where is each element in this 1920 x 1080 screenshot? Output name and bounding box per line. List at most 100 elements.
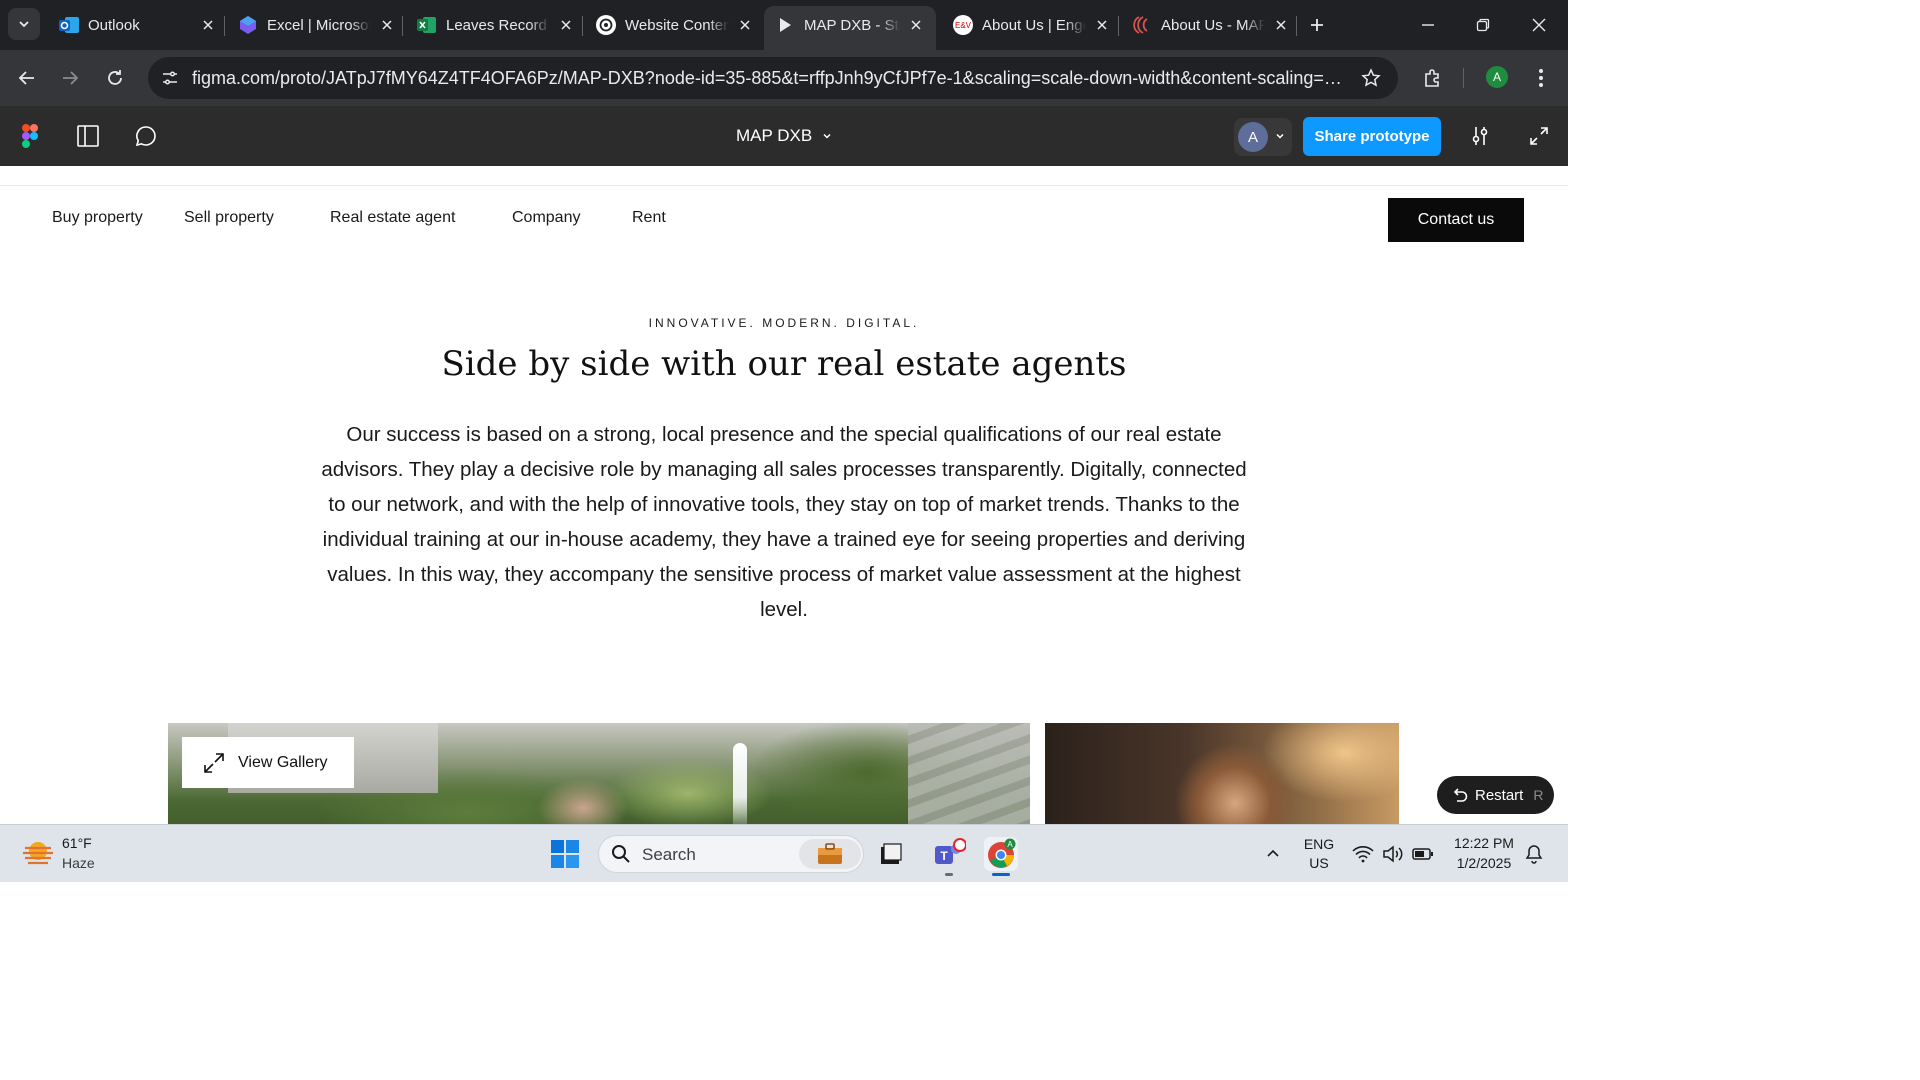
input-language-line1[interactable]: ENG <box>1300 836 1338 852</box>
fullscreen-button[interactable] <box>1527 124 1551 148</box>
section-heading: Side by side with our real estate agents <box>441 344 1127 384</box>
tab-title: About Us | Engel <box>982 16 1086 34</box>
weather-haze-icon[interactable] <box>22 838 54 868</box>
ev-icon: E&V <box>952 14 974 36</box>
extensions-button[interactable] <box>1416 62 1448 94</box>
map-logo-icon <box>1131 14 1153 36</box>
chrome-taskbar-button[interactable]: A <box>984 837 1018 871</box>
volume-icon[interactable] <box>1380 837 1406 871</box>
section-body: Our success is based on a strong, local … <box>321 423 1247 621</box>
prototype-settings-button[interactable] <box>1468 124 1492 148</box>
arrow-left-icon <box>18 71 34 85</box>
nav-rent[interactable]: Rent <box>632 209 666 227</box>
address-bar[interactable]: figma.com/proto/JATpJ7fMY64Z4TF4OFA6Pz/M… <box>148 57 1398 99</box>
tab-title: MAP DXB - Start <box>804 16 900 34</box>
tab-separator <box>582 16 583 36</box>
teams-icon: T <box>935 838 966 864</box>
plus-icon <box>1311 19 1323 31</box>
browser-tab-strip: Outlook Excel | Microsoft Leaves Record … <box>0 0 1568 50</box>
tab-title: Leaves Record <box>446 16 547 34</box>
browser-tab-map-dxb[interactable]: MAP DXB - Start <box>764 6 936 50</box>
browser-toolbar: figma.com/proto/JATpJ7fMY64Z4TF4OFA6Pz/M… <box>0 50 1568 106</box>
taskbar-search-box[interactable]: Search <box>598 835 864 873</box>
close-tab-icon[interactable] <box>1271 15 1291 35</box>
browser-profile-avatar[interactable]: A <box>1486 66 1508 88</box>
show-hidden-icons-button[interactable] <box>1256 837 1290 871</box>
svg-text:T: T <box>940 849 948 863</box>
clock-time[interactable]: 12:22 PM <box>1446 835 1522 851</box>
view-gallery-button[interactable]: View Gallery <box>182 737 354 788</box>
url-text: figma.com/proto/JATpJ7fMY64Z4TF4OFA6Pz/M… <box>192 68 1342 88</box>
restart-prototype-button[interactable]: Restart R <box>1437 776 1554 814</box>
battery-icon[interactable] <box>1410 837 1436 871</box>
minimize-window-button[interactable] <box>1413 10 1443 40</box>
clock-date[interactable]: 1/2/2025 <box>1446 855 1522 871</box>
nav-real-estate-agent[interactable]: Real estate agent <box>330 209 455 227</box>
contact-us-button[interactable]: Contact us <box>1388 198 1524 242</box>
tab-title: About Us - MAP <box>1161 16 1265 34</box>
notifications-button[interactable] <box>1520 837 1548 871</box>
close-icon <box>1532 18 1546 32</box>
input-language-line2[interactable]: US <box>1300 855 1338 871</box>
chatgpt-icon <box>595 14 617 36</box>
browser-tab-website-content[interactable]: Website Content <box>585 6 755 44</box>
browser-tab-leaves-record[interactable]: Leaves Record <box>406 6 576 44</box>
browser-tab-about-us-map[interactable]: About Us - MAP <box>1121 6 1291 44</box>
nav-company[interactable]: Company <box>512 209 580 227</box>
outlook-icon <box>58 14 80 36</box>
nav-sell-property[interactable]: Sell property <box>184 209 274 227</box>
task-view-icon <box>881 843 902 864</box>
windows-taskbar: 61°F Haze Search T A ENG US 12:22 PM 1/2… <box>0 824 1568 882</box>
teams-taskbar-button[interactable]: T <box>932 837 966 871</box>
reload-icon <box>108 70 122 85</box>
close-tab-icon[interactable] <box>735 15 755 35</box>
expand-arrows-icon <box>204 752 224 773</box>
close-tab-icon[interactable] <box>198 15 218 35</box>
running-indicator <box>945 873 953 876</box>
photo-detail <box>733 743 747 824</box>
notification-bell-icon <box>1525 845 1543 864</box>
tab-title: Outlook <box>88 16 140 34</box>
comments-button[interactable] <box>134 124 158 148</box>
close-window-button[interactable] <box>1524 10 1554 40</box>
agent-photo <box>1045 723 1399 824</box>
task-view-button[interactable] <box>874 837 908 871</box>
browser-tab-excel-microsoft[interactable]: Excel | Microsoft <box>227 6 397 44</box>
tab-title: Website Content <box>625 16 729 34</box>
figma-logo-icon[interactable] <box>18 124 42 148</box>
browser-menu-button[interactable] <box>1525 62 1557 94</box>
close-tab-icon[interactable] <box>556 15 576 35</box>
chrome-icon: A <box>988 838 1016 868</box>
share-prototype-button[interactable]: Share prototype <box>1303 117 1441 156</box>
property-photo-main[interactable]: View Gallery <box>168 723 1030 824</box>
excel-copilot-icon <box>237 14 259 36</box>
multiplayer-avatar-menu[interactable]: A <box>1234 118 1292 156</box>
close-tab-icon[interactable] <box>377 15 397 35</box>
close-tab-icon[interactable] <box>906 15 926 35</box>
forward-button[interactable] <box>54 62 86 94</box>
tab-title: Excel | Microsoft <box>267 16 371 34</box>
start-button[interactable] <box>548 837 582 871</box>
minimize-icon <box>1422 24 1434 26</box>
back-button[interactable] <box>11 62 43 94</box>
restore-window-button[interactable] <box>1468 10 1498 40</box>
new-tab-button[interactable] <box>1302 10 1332 40</box>
wifi-icon[interactable] <box>1350 837 1376 871</box>
browser-tab-about-us-engel[interactable]: E&V About Us | Engel <box>942 6 1112 44</box>
view-gallery-label: View Gallery <box>238 753 328 771</box>
expand-icon <box>1530 127 1548 145</box>
reload-button[interactable] <box>99 62 131 94</box>
close-tab-icon[interactable] <box>1092 15 1112 35</box>
file-name-dropdown[interactable]: MAP DXB <box>736 126 832 146</box>
tab-separator <box>402 16 403 36</box>
svg-text:A: A <box>1007 840 1013 849</box>
chevron-up-icon <box>1267 849 1279 857</box>
sidebar-toggle-button[interactable] <box>76 124 100 148</box>
site-info-icon[interactable] <box>158 66 182 90</box>
browser-tab-outlook[interactable]: Outlook <box>48 6 218 44</box>
bookmark-star-icon[interactable] <box>1360 67 1382 89</box>
weather-condition: Haze <box>62 855 95 871</box>
chevron-down-icon <box>823 133 831 139</box>
nav-buy-property[interactable]: Buy property <box>52 209 143 227</box>
tab-search-dropdown-button[interactable] <box>8 8 40 40</box>
